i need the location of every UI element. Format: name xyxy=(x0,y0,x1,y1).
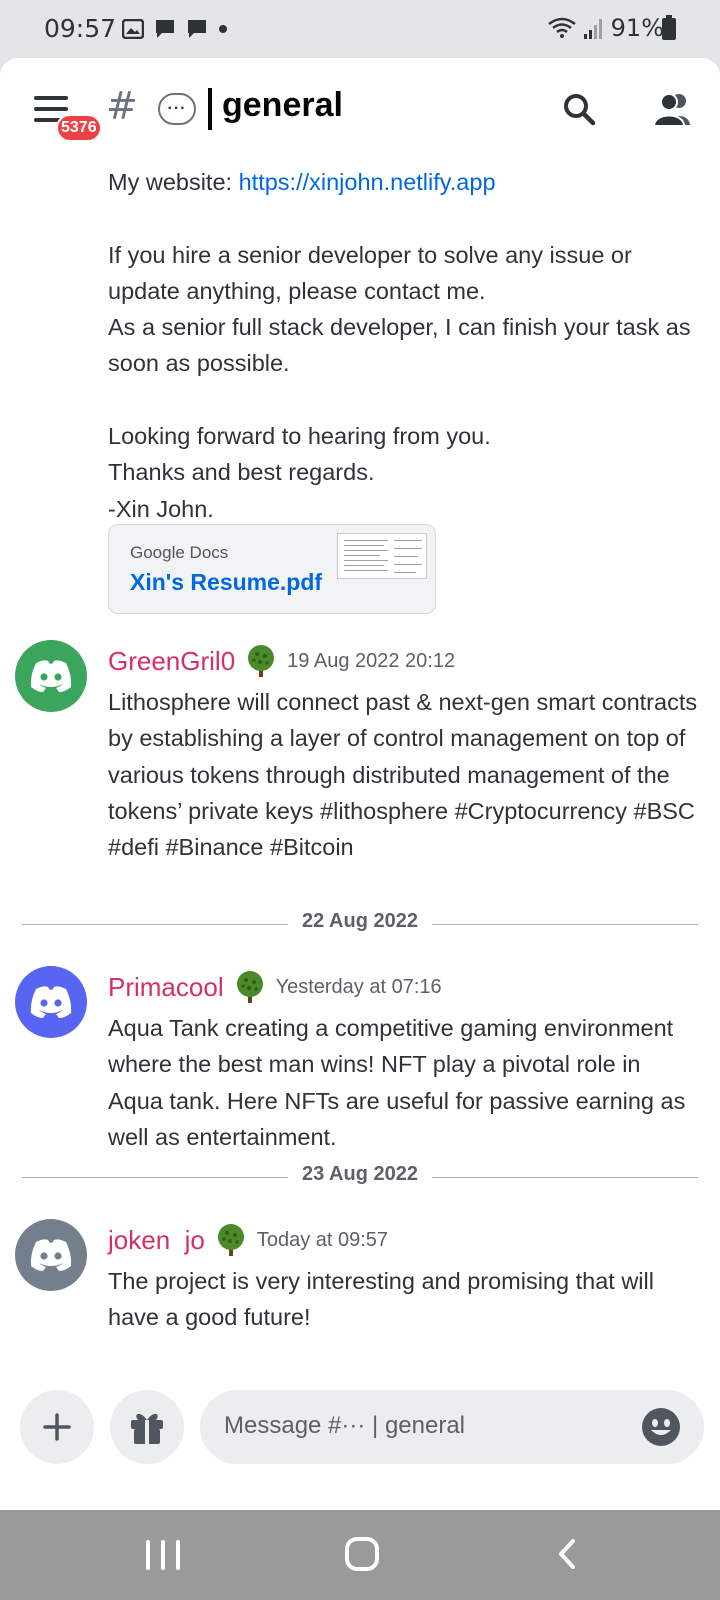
channel-title[interactable]: general xyxy=(222,86,343,125)
tree-icon xyxy=(217,1224,244,1256)
home-button[interactable] xyxy=(345,1537,379,1571)
gallery-icon xyxy=(122,19,144,39)
message-paragraph: If you hire a senior developer to solve … xyxy=(108,241,632,304)
message-line: -Xin John. xyxy=(108,495,214,522)
search-icon[interactable] xyxy=(562,92,596,126)
back-button[interactable] xyxy=(553,1539,583,1569)
message-text: Lithosphere will connect past & next-gen… xyxy=(108,689,698,861)
avatar[interactable] xyxy=(15,966,87,1038)
message-header: GreenGril0 19 Aug 2022 20:12 xyxy=(108,644,455,678)
wifi-icon xyxy=(547,17,576,38)
notification-badge: 5376 xyxy=(56,114,102,142)
notification-icons xyxy=(122,18,228,40)
discord-logo-icon xyxy=(30,1239,72,1271)
divider-date: 23 Aug 2022 xyxy=(288,1163,432,1185)
chat-icon xyxy=(188,20,206,38)
gift-icon xyxy=(131,1413,163,1444)
hash-icon: # xyxy=(106,84,138,128)
discord-logo-icon xyxy=(30,660,72,692)
username[interactable]: Primacool xyxy=(108,972,224,1003)
message-text: The project is very interesting and prom… xyxy=(108,1268,654,1331)
document-thumbnail xyxy=(337,533,427,579)
battery-percent: 91% xyxy=(610,14,664,42)
system-icons: 91% xyxy=(547,14,664,42)
date-divider: 22 Aug 2022 xyxy=(22,910,698,938)
recent-apps-button[interactable] xyxy=(146,1540,180,1570)
message-text: Aqua Tank creating a competitive gaming … xyxy=(108,1015,686,1150)
status-bar: 09:57 91% xyxy=(0,0,720,58)
username[interactable]: joken jo xyxy=(108,1225,205,1256)
system-nav-bar xyxy=(0,1510,720,1600)
emoji-button[interactable] xyxy=(642,1408,680,1446)
chat-bubble-icon: ··· xyxy=(158,93,196,125)
message-line: Looking forward to hearing from you. xyxy=(108,423,491,450)
username[interactable]: GreenGril0 xyxy=(108,646,235,677)
timestamp: 19 Aug 2022 20:12 xyxy=(287,649,456,672)
message-input-placeholder: Message #··· | general xyxy=(224,1412,466,1439)
message-line: Thanks and best regards. xyxy=(108,459,375,486)
link-embed[interactable]: Google Docs Xin's Resume.pdf xyxy=(108,524,436,614)
embed-title[interactable]: Xin's Resume.pdf xyxy=(130,569,322,596)
message-input[interactable]: Message #··· | general xyxy=(200,1390,704,1464)
tree-icon xyxy=(236,971,263,1003)
embed-provider: Google Docs xyxy=(130,543,229,562)
message-paragraph: As a senior full stack developer, I can … xyxy=(108,314,691,377)
avatar[interactable] xyxy=(15,1219,87,1291)
message-continuation: My website: https://xinjohn.netlify.app … xyxy=(108,164,698,527)
dot-icon xyxy=(219,25,227,33)
add-attachment-button[interactable] xyxy=(20,1390,94,1464)
chat-icon xyxy=(156,20,174,38)
avatar[interactable] xyxy=(15,640,87,712)
timestamp: Yesterday at 07:16 xyxy=(275,975,442,998)
plus-icon xyxy=(43,1413,71,1441)
channel-header: 5376 # ··· general xyxy=(0,58,720,166)
message-header: joken jo Today at 09:57 xyxy=(108,1223,388,1257)
gift-button[interactable] xyxy=(110,1390,184,1464)
members-icon[interactable] xyxy=(652,91,692,127)
signal-icon xyxy=(583,19,602,39)
status-time: 09:57 xyxy=(44,14,117,43)
app-window: 5376 # ··· general My website: https://x… xyxy=(0,58,720,1510)
separator-bar xyxy=(208,88,212,130)
smiley-icon xyxy=(651,1419,671,1435)
date-divider: 23 Aug 2022 xyxy=(22,1163,698,1191)
website-link[interactable]: https://xinjohn.netlify.app xyxy=(239,169,496,195)
website-line: My website: https://xinjohn.netlify.app xyxy=(108,169,496,195)
tree-icon xyxy=(248,645,275,677)
battery-icon xyxy=(662,15,676,40)
divider-date: 22 Aug 2022 xyxy=(288,910,432,932)
message-header: Primacool Yesterday at 07:16 xyxy=(108,970,442,1004)
discord-logo-icon xyxy=(30,986,72,1018)
timestamp: Today at 09:57 xyxy=(256,1228,389,1251)
